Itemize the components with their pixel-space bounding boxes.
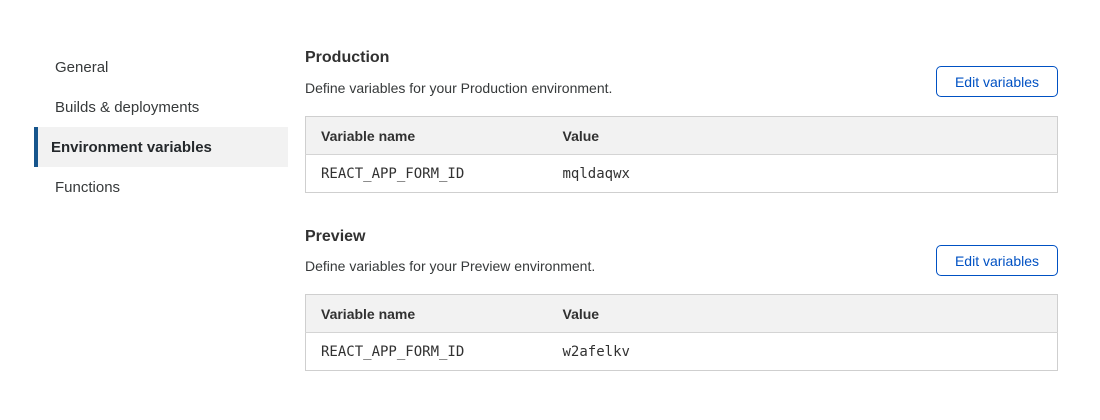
variable-name-cell: REACT_APP_FORM_ID bbox=[306, 155, 548, 193]
table-row: REACT_APP_FORM_ID w2afelkv bbox=[306, 333, 1058, 371]
column-header-variable-name: Variable name bbox=[306, 117, 548, 155]
table-header-row: Variable name Value bbox=[306, 295, 1058, 333]
variable-value-cell: mqldaqwx bbox=[548, 155, 1058, 193]
sidebar-item-builds-deployments[interactable]: Builds & deployments bbox=[34, 87, 288, 127]
production-variables-table: Variable name Value REACT_APP_FORM_ID mq… bbox=[305, 116, 1058, 193]
production-section-title: Production bbox=[305, 49, 389, 67]
variable-name-cell: REACT_APP_FORM_ID bbox=[306, 333, 548, 371]
sidebar-item-environment-variables[interactable]: Environment variables bbox=[34, 127, 288, 167]
sidebar-item-functions[interactable]: Functions bbox=[34, 167, 288, 207]
table-row: REACT_APP_FORM_ID mqldaqwx bbox=[306, 155, 1058, 193]
preview-section-description: Define variables for your Preview enviro… bbox=[305, 258, 595, 274]
preview-variables-table: Variable name Value REACT_APP_FORM_ID w2… bbox=[305, 294, 1058, 371]
column-header-variable-name: Variable name bbox=[306, 295, 548, 333]
edit-variables-button-production[interactable]: Edit variables bbox=[936, 66, 1058, 97]
edit-variables-button-preview[interactable]: Edit variables bbox=[936, 245, 1058, 276]
sidebar-item-general[interactable]: General bbox=[34, 47, 288, 87]
table-header-row: Variable name Value bbox=[306, 117, 1058, 155]
column-header-value: Value bbox=[548, 295, 1058, 333]
preview-section-title: Preview bbox=[305, 228, 365, 246]
production-section-description: Define variables for your Production env… bbox=[305, 80, 612, 96]
column-header-value: Value bbox=[548, 117, 1058, 155]
settings-sidebar: General Builds & deployments Environment… bbox=[34, 47, 288, 207]
variable-value-cell: w2afelkv bbox=[548, 333, 1058, 371]
